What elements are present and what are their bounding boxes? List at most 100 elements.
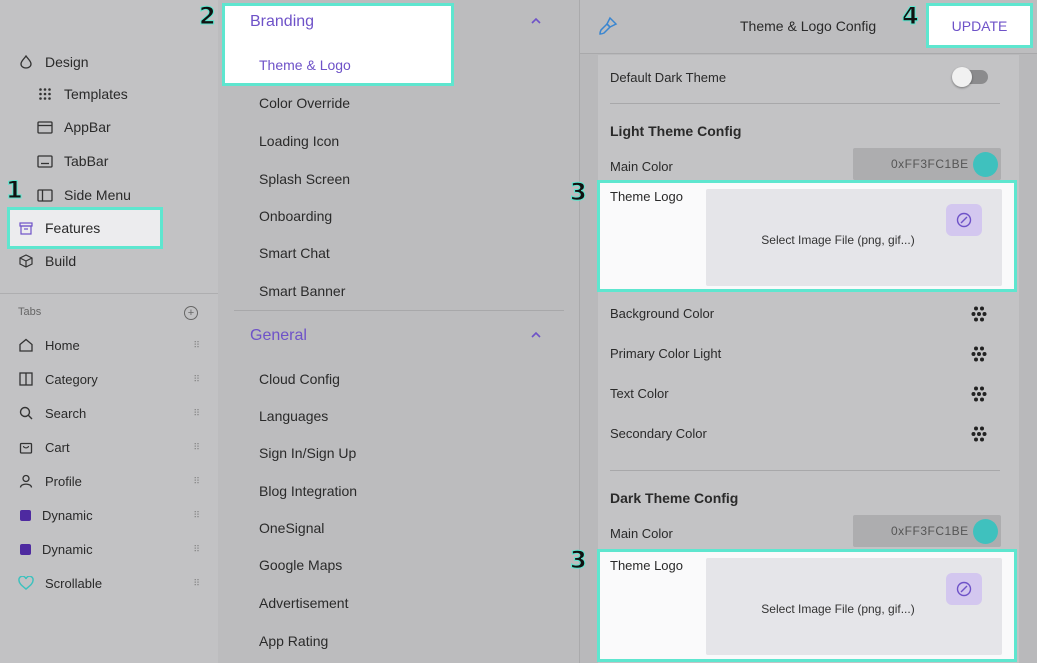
light-theme-section-title: Light Theme Config <box>610 123 742 139</box>
menu-item-loading-icon[interactable]: Loading Icon <box>259 133 339 149</box>
secondary-color-label: Secondary Color <box>610 426 707 441</box>
archive-box-icon <box>18 220 34 236</box>
default-dark-theme-toggle[interactable] <box>952 67 988 87</box>
dynamic-square-icon <box>20 509 31 521</box>
heart-icon <box>18 576 34 590</box>
menu-item-smart-banner[interactable]: Smart Banner <box>259 283 345 299</box>
nav-tabbar[interactable]: TabBar <box>37 149 108 173</box>
color-hex-value: 0xFF3FC1BE <box>891 157 969 171</box>
tab-item-label: Profile <box>45 473 82 489</box>
theme-logo-label: Theme Logo <box>610 558 683 573</box>
drag-handle-icon[interactable]: ⠿ <box>193 544 200 555</box>
text-color-label: Text Color <box>610 386 669 401</box>
menu-item-advertisement[interactable]: Advertisement <box>259 595 348 611</box>
category-icon <box>18 372 34 386</box>
drag-handle-icon[interactable]: ⠿ <box>193 374 200 385</box>
block-icon <box>956 581 972 597</box>
menu-item-splash-screen[interactable]: Splash Screen <box>259 171 350 187</box>
menu-item-theme-logo[interactable]: Theme & Logo <box>259 57 351 73</box>
update-button[interactable]: UPDATE <box>926 3 1033 48</box>
tabbar-icon <box>37 153 53 169</box>
theme-logo-label: Theme Logo <box>610 189 683 204</box>
light-theme-logo-card: Theme Logo Select Image File (png, gif..… <box>597 180 1017 292</box>
menu-item-onesignal[interactable]: OneSignal <box>259 520 324 536</box>
dark-logo-dropzone[interactable]: Select Image File (png, gif...) <box>706 558 1002 655</box>
dark-theme-section-title: Dark Theme Config <box>610 490 739 506</box>
block-icon <box>956 212 972 228</box>
plus-icon: + <box>187 306 195 319</box>
default-dark-theme-label: Default Dark Theme <box>610 70 727 85</box>
tab-item-profile[interactable]: Profile ⠿ <box>18 469 202 493</box>
select-image-text: Select Image File (png, gif...) <box>761 602 915 616</box>
annotation-3-dark: 3 <box>570 546 588 575</box>
palette-drop-icon <box>18 54 34 70</box>
menu-item-languages[interactable]: Languages <box>259 408 328 424</box>
color-swatch[interactable] <box>973 152 998 177</box>
color-palette-icon[interactable] <box>971 306 987 322</box>
select-image-text: Select Image File (png, gif...) <box>761 233 915 247</box>
nav-features[interactable]: Features <box>18 216 100 240</box>
menu-item-blog-integration[interactable]: Blog Integration <box>259 483 357 499</box>
dark-theme-logo-card: Theme Logo Select Image File (png, gif..… <box>597 549 1017 662</box>
nav-design-label: Design <box>45 54 89 70</box>
nav-templates[interactable]: Templates <box>37 82 128 106</box>
menu-item-sign-in[interactable]: Sign In/Sign Up <box>259 445 356 461</box>
branding-section-title[interactable]: Branding <box>250 13 314 31</box>
tab-item-dynamic-1[interactable]: Dynamic ⠿ <box>20 503 204 527</box>
drag-handle-icon[interactable]: ⠿ <box>193 476 200 487</box>
add-tab-button[interactable]: + <box>184 306 198 320</box>
clear-image-button[interactable] <box>946 204 982 236</box>
tab-item-category[interactable]: Category ⠿ <box>18 367 202 391</box>
menu-item-onboarding[interactable]: Onboarding <box>259 208 332 224</box>
color-palette-icon[interactable] <box>971 386 987 402</box>
menu-item-smart-chat[interactable]: Smart Chat <box>259 245 330 261</box>
dark-main-color-field[interactable]: 0xFF3FC1BE <box>853 515 1001 547</box>
nav-tabbar-label: TabBar <box>64 153 109 169</box>
tab-item-label: Category <box>45 371 98 387</box>
drag-handle-icon[interactable]: ⠿ <box>193 510 200 521</box>
tab-item-home[interactable]: Home ⠿ <box>18 333 202 357</box>
tab-item-search[interactable]: Search ⠿ <box>18 401 202 425</box>
nav-appbar[interactable]: AppBar <box>37 115 111 139</box>
tabs-header: Tabs <box>18 306 42 318</box>
dark-main-color-label: Main Color <box>610 526 673 541</box>
tab-item-label: Dynamic <box>42 541 93 557</box>
menu-item-cloud-config[interactable]: Cloud Config <box>259 371 340 387</box>
panel-divider <box>610 103 1000 104</box>
drag-handle-icon[interactable]: ⠿ <box>193 408 200 419</box>
light-main-color-label: Main Color <box>610 159 673 174</box>
tab-item-dynamic-2[interactable]: Dynamic ⠿ <box>20 537 204 561</box>
menu-item-color-override[interactable]: Color Override <box>259 95 350 111</box>
brush-icon <box>599 16 618 35</box>
color-swatch[interactable] <box>973 519 998 544</box>
light-main-color-field[interactable]: 0xFF3FC1BE <box>853 148 1001 180</box>
nav-appbar-label: AppBar <box>64 119 111 135</box>
nav-templates-label: Templates <box>64 86 128 102</box>
drag-handle-icon[interactable]: ⠿ <box>193 340 200 351</box>
color-palette-icon[interactable] <box>971 346 987 362</box>
color-palette-icon[interactable] <box>971 426 987 442</box>
nav-side-menu[interactable]: Side Menu <box>37 183 131 207</box>
chevron-up-icon[interactable] <box>531 330 541 340</box>
general-section-title[interactable]: General <box>250 327 307 345</box>
drag-handle-icon[interactable]: ⠿ <box>193 442 200 453</box>
light-logo-dropzone[interactable]: Select Image File (png, gif...) <box>706 189 1002 286</box>
annotation-3: 3 <box>570 178 588 207</box>
drag-handle-icon[interactable]: ⠿ <box>193 578 200 589</box>
menu-item-app-rating[interactable]: App Rating <box>259 633 328 649</box>
annotation-1: 1 <box>6 176 24 205</box>
panel-divider <box>610 470 1000 471</box>
feature-menu: 2 Branding Theme & Logo Color Override L… <box>199 0 580 663</box>
nav-design[interactable]: Design <box>18 50 89 74</box>
clear-image-button[interactable] <box>946 573 982 605</box>
annotation-2: 2 <box>199 2 217 31</box>
appbar-icon <box>37 119 53 135</box>
chevron-up-icon[interactable] <box>531 16 541 26</box>
tab-item-cart[interactable]: Cart ⠿ <box>18 435 202 459</box>
nav-build[interactable]: Build <box>18 249 76 273</box>
annotation-4: 4 <box>902 2 920 31</box>
tab-item-scrollable[interactable]: Scrollable ⠿ <box>18 571 202 595</box>
nav-build-label: Build <box>45 253 77 269</box>
menu-item-google-maps[interactable]: Google Maps <box>259 557 342 573</box>
dynamic-square-icon <box>20 543 31 555</box>
